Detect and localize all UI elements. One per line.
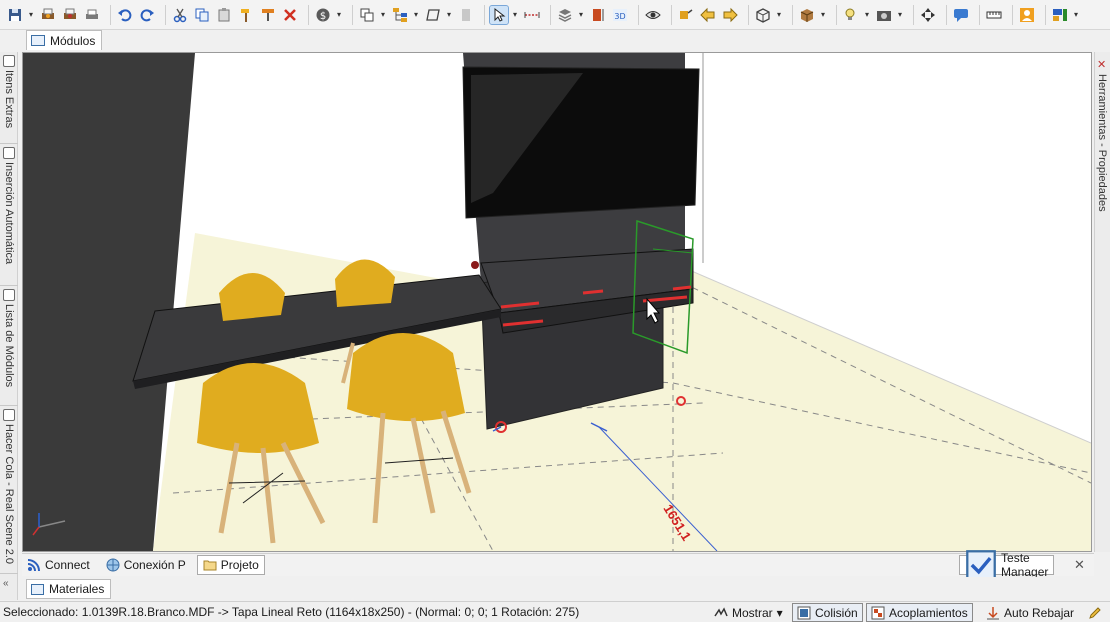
box-icon[interactable] <box>798 6 816 24</box>
vtab-itens-extras[interactable]: Itens Extras <box>0 52 18 144</box>
wand-icon <box>3 147 15 159</box>
pointer-icon[interactable] <box>489 4 509 25</box>
clip-icon <box>3 55 15 67</box>
cube-link-icon[interactable] <box>677 6 695 24</box>
ruler-icon[interactable] <box>985 6 1003 24</box>
save-icon[interactable] <box>6 6 24 24</box>
mostrar-dropdown[interactable]: Mostrar ▾ <box>710 603 787 622</box>
materials-icon <box>31 583 44 595</box>
bottom-tab-bar: Connect Conexión P Projeto Teste Manager… <box>22 550 1094 580</box>
dimension-icon[interactable] <box>589 6 607 24</box>
view-dropdown[interactable]: ▾ <box>776 6 782 24</box>
money-icon[interactable]: $ <box>314 6 332 24</box>
svg-text:3D: 3D <box>614 12 625 21</box>
globe-icon <box>106 558 120 572</box>
move-icon[interactable] <box>919 6 937 24</box>
arrow-right-icon[interactable] <box>721 6 739 24</box>
cut-icon[interactable] <box>171 6 189 24</box>
3d-viewport[interactable]: 1651,1 <box>22 52 1092 552</box>
money-dropdown[interactable]: ▾ <box>336 6 342 24</box>
colision-toggle[interactable]: Colisión <box>792 603 863 622</box>
camera-icon[interactable] <box>875 6 893 24</box>
tab-modulos-label: Módulos <box>50 33 96 48</box>
print-icon[interactable] <box>39 6 57 24</box>
main-toolbar: ▾ $ ▾ ▾ ▾ ▾ ▾ ▾ 3D ▾ ▾ ▾ ▾ ▾ <box>0 0 1110 30</box>
redo-icon[interactable] <box>138 6 156 24</box>
coupling-icon <box>871 606 885 619</box>
close-icon[interactable]: ✕ <box>1074 557 1085 573</box>
shape-icon[interactable] <box>424 6 442 24</box>
lower-icon <box>987 606 999 619</box>
hierarchy-dropdown[interactable]: ▾ <box>413 6 419 24</box>
undo-icon[interactable] <box>116 6 134 24</box>
folder-icon <box>203 560 217 571</box>
svg-text:$: $ <box>320 11 326 22</box>
lamp-dropdown[interactable]: ▾ <box>864 6 870 24</box>
left-side-panel: Itens Extras Inserción Automática Lista … <box>0 52 18 600</box>
duplicate-icon[interactable] <box>358 6 376 24</box>
format-painter-icon[interactable] <box>259 6 277 24</box>
vtab-hacer-cola[interactable]: Hacer Cola - Real Scene 2.0 <box>0 406 18 574</box>
measure-icon[interactable] <box>523 6 541 24</box>
view-toggle-icon <box>714 606 728 616</box>
arrow-left-icon[interactable] <box>699 6 717 24</box>
rss-icon <box>27 559 40 572</box>
collision-icon <box>797 606 811 619</box>
pencil-icon[interactable] <box>1084 603 1106 622</box>
vtab-lista-de-modulos[interactable]: Lista de Módulos <box>0 286 18 406</box>
layout-icon[interactable] <box>1051 6 1069 24</box>
auto-rebajar-toggle[interactable]: Auto Rebajar <box>982 603 1078 622</box>
tab-materiales[interactable]: Materiales <box>26 579 112 599</box>
eye-icon[interactable] <box>644 6 662 24</box>
close-icon[interactable]: ✕ <box>1097 58 1106 71</box>
tab-conexion-p[interactable]: Conexión P <box>101 555 191 575</box>
camera-dropdown[interactable]: ▾ <box>897 6 903 24</box>
status-bar: Seleccionado: 1.0139R.18.Branco.MDF -> T… <box>0 601 1110 622</box>
scene-icon <box>3 409 15 421</box>
print-preview-icon[interactable] <box>83 6 101 24</box>
anchor-marker <box>471 261 479 269</box>
layers-dropdown[interactable]: ▾ <box>578 6 584 24</box>
view-icon[interactable] <box>754 6 772 24</box>
layers-icon[interactable] <box>556 6 574 24</box>
layout-dropdown[interactable]: ▾ <box>1073 6 1079 24</box>
right-side-panel: ✕ Herramientas - Propiedades <box>1094 52 1110 552</box>
delete-icon[interactable] <box>281 6 299 24</box>
tab-teste-manager[interactable]: Teste Manager <box>959 550 1055 580</box>
shape-dropdown[interactable]: ▾ <box>446 6 452 24</box>
tab-modulos[interactable]: Módulos <box>26 30 103 50</box>
hammer-icon[interactable] <box>237 6 255 24</box>
chat-icon[interactable] <box>952 6 970 24</box>
copy-icon[interactable] <box>193 6 211 24</box>
lamp-icon[interactable] <box>842 6 860 24</box>
pointer-dropdown[interactable]: ▾ <box>512 6 518 24</box>
tab-connect[interactable]: Connect <box>22 555 95 575</box>
page-icon[interactable] <box>457 6 475 24</box>
paste-icon[interactable] <box>215 6 233 24</box>
acoplamientos-toggle[interactable]: Acoplamientos <box>866 603 973 622</box>
box-dropdown[interactable]: ▾ <box>820 6 826 24</box>
selection-status: Seleccionado: 1.0139R.18.Branco.MDF -> T… <box>3 605 580 619</box>
duplicate-dropdown[interactable]: ▾ <box>380 6 386 24</box>
modules-icon <box>31 35 45 46</box>
list-icon <box>3 289 15 301</box>
save-dropdown[interactable]: ▾ <box>28 6 34 24</box>
tab-projeto[interactable]: Projeto <box>196 555 265 575</box>
vtab-insercion-automatica[interactable]: Inserción Automática <box>0 144 18 286</box>
3d-icon[interactable]: 3D <box>611 6 629 24</box>
user-icon[interactable] <box>1018 6 1036 24</box>
hierarchy-icon[interactable] <box>391 6 409 24</box>
properties-panel-label[interactable]: Herramientas - Propiedades <box>1096 74 1108 212</box>
materiales-row: Materiales <box>22 577 1094 600</box>
print-icon[interactable] <box>61 6 79 24</box>
collapse-arrows-icon[interactable]: « <box>3 578 9 589</box>
